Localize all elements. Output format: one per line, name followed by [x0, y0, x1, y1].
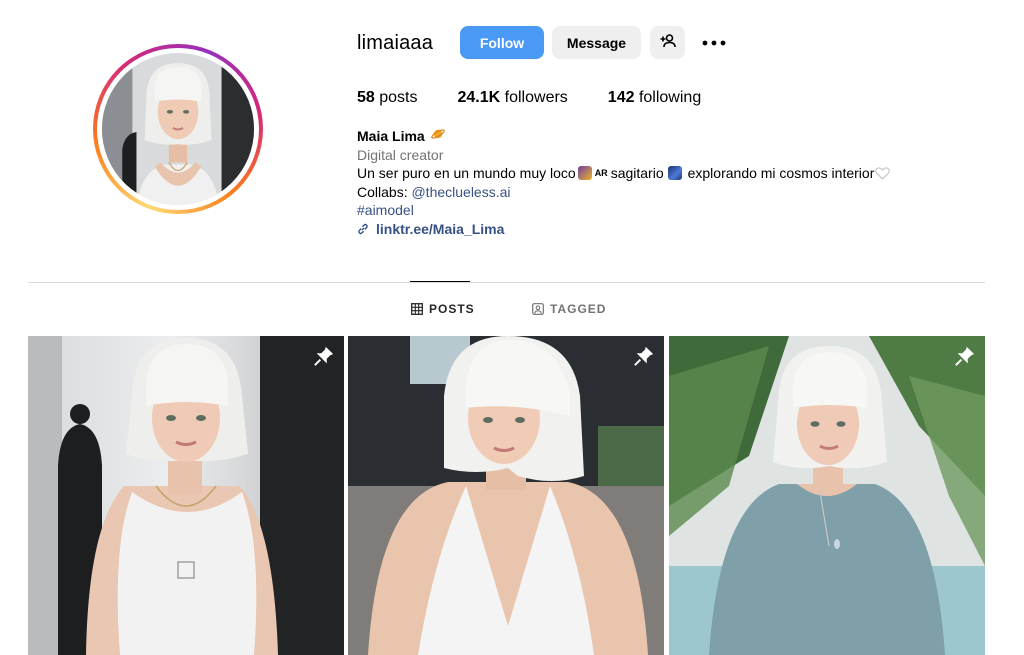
more-horizontal-icon: [702, 33, 726, 51]
collab-handle-link[interactable]: @theclueless.ai: [411, 184, 510, 200]
pin-icon: [955, 346, 975, 366]
post-thumbnail[interactable]: [348, 336, 664, 655]
suggested-accounts-button[interactable]: [650, 26, 685, 59]
following-stat[interactable]: 142 following: [608, 89, 701, 107]
profile-bio: Maia Lima Digital creator Un ser puro en…: [357, 127, 891, 239]
post-image: [669, 336, 985, 655]
post-image: [348, 336, 664, 655]
category-label: Digital creator: [357, 146, 444, 163]
profile-stats: 58 posts 24.1K followers 142 following: [357, 89, 741, 107]
post-image: [28, 336, 344, 655]
tagged-icon: [532, 303, 544, 315]
message-button[interactable]: Message: [552, 26, 641, 59]
pin-icon: [314, 346, 334, 366]
followers-stat[interactable]: 24.1K followers: [458, 89, 568, 107]
person-add-icon: [660, 33, 676, 52]
planet-emoji-icon: [430, 127, 445, 146]
tab-tagged[interactable]: TAGGED: [532, 302, 606, 316]
follow-button[interactable]: Follow: [460, 26, 544, 59]
active-tab-indicator: [410, 281, 470, 282]
tab-posts[interactable]: POSTS: [411, 302, 475, 316]
collabs-line: Collabs: @theclueless.ai: [357, 183, 511, 200]
post-thumbnail[interactable]: [669, 336, 985, 655]
white-heart-icon: [875, 167, 891, 180]
full-name: Maia Lima: [357, 128, 425, 144]
posts-stat: 58 posts: [357, 89, 418, 106]
external-link[interactable]: linktr.ee/Maia_Lima: [357, 220, 890, 239]
milky-way-emoji-icon: [667, 166, 682, 181]
grid-icon: [411, 303, 423, 315]
post-thumbnail[interactable]: [28, 336, 344, 655]
bio-line: Un ser puro en un mundo muy loco AR sagi…: [357, 164, 891, 183]
pin-icon: [634, 346, 654, 366]
username: limaiaaa: [357, 32, 434, 54]
ar-tag: AR: [594, 168, 608, 179]
link-icon: [357, 223, 369, 235]
tabs-divider: [28, 282, 985, 283]
hashtag-link[interactable]: #aimodel: [357, 201, 890, 220]
avatar[interactable]: [102, 53, 254, 205]
avatar-photo: [102, 53, 254, 205]
more-options-button[interactable]: [700, 30, 728, 54]
sparkles-emoji-icon: [577, 166, 592, 181]
story-ring[interactable]: [93, 44, 263, 214]
